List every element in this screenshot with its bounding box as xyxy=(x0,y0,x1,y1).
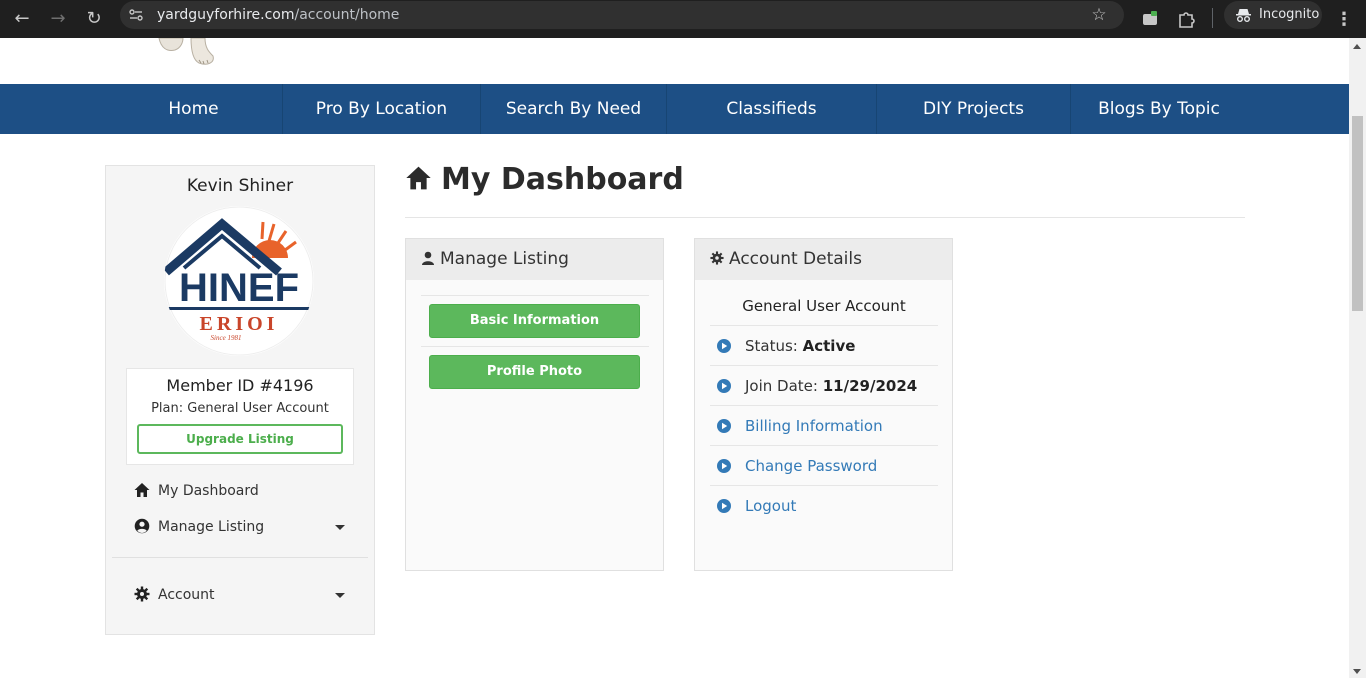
divider xyxy=(710,405,938,406)
avatar-since-text: Since 1981 xyxy=(211,334,242,342)
forward-arrow-icon[interactable]: → xyxy=(44,5,72,33)
circle-play-icon xyxy=(717,339,731,353)
circle-play-icon xyxy=(717,499,731,513)
user-circle-icon xyxy=(134,518,150,534)
change-password-link[interactable]: Change Password xyxy=(745,457,877,475)
main-navigation: Home Pro By Location Search By Need Clas… xyxy=(0,84,1349,134)
home-icon xyxy=(134,483,150,497)
account-type: General User Account xyxy=(742,297,906,315)
divider xyxy=(710,365,938,366)
logout-link[interactable]: Logout xyxy=(745,497,796,515)
gear-icon xyxy=(134,586,150,602)
title-divider xyxy=(405,217,1245,218)
gear-icon xyxy=(710,251,724,265)
back-arrow-icon[interactable]: ← xyxy=(8,5,36,33)
sidebar-divider xyxy=(112,557,368,558)
chevron-down-icon[interactable] xyxy=(335,593,345,598)
shiner-logo-image: HINEF ERIOI Since 1981 xyxy=(164,206,314,356)
sidebar-item-manage-listing[interactable]: Manage Listing xyxy=(134,515,264,539)
panel-header: Manage Listing xyxy=(406,239,663,280)
address-bar[interactable]: yardguyforhire.com/account/home ☆ xyxy=(120,1,1124,29)
member-plan: Plan: General User Account xyxy=(151,401,329,416)
scroll-down-arrow-icon[interactable] xyxy=(1353,669,1361,674)
sidebar-item-label: My Dashboard xyxy=(158,483,259,499)
avatar-sub-text: ERIOI xyxy=(200,313,279,335)
logout-row[interactable]: Logout xyxy=(717,494,796,518)
browser-menu-icon[interactable]: ⋮ xyxy=(1334,5,1354,33)
panel-header: Account Details xyxy=(695,239,952,280)
toolbar-divider xyxy=(1212,8,1213,28)
sidebar-item-my-dashboard[interactable]: My Dashboard xyxy=(134,479,259,503)
site-logo-fragment[interactable] xyxy=(155,38,220,66)
page-title: My Dashboard xyxy=(405,162,684,202)
user-name: Kevin Shiner xyxy=(186,176,294,196)
account-sidebar: Kevin Shiner HINEF ERIOI Since 1981 Memb… xyxy=(105,165,375,635)
page-scrollbar[interactable] xyxy=(1349,38,1366,678)
incognito-label: Incognito xyxy=(1259,7,1320,22)
scroll-up-arrow-icon[interactable] xyxy=(1353,44,1361,49)
billing-information-row[interactable]: Billing Information xyxy=(717,414,883,438)
divider xyxy=(421,346,649,347)
member-info-card: Member ID #4196 Plan: General User Accou… xyxy=(126,368,354,465)
url-text: yardguyforhire.com/account/home xyxy=(157,7,399,23)
status-row: Status: Active xyxy=(717,334,855,358)
incognito-icon xyxy=(1236,9,1251,22)
site-settings-icon[interactable] xyxy=(128,7,144,23)
panel-title: Manage Listing xyxy=(440,249,569,269)
panel-title: Account Details xyxy=(729,249,862,269)
avatar: HINEF ERIOI Since 1981 xyxy=(164,206,314,356)
user-icon xyxy=(422,251,434,265)
url-domain: yardguyforhire.com xyxy=(157,7,295,23)
incognito-badge[interactable]: Incognito xyxy=(1224,1,1322,29)
upgrade-listing-button[interactable]: Upgrade Listing xyxy=(137,424,343,454)
sidebar-item-account[interactable]: Account xyxy=(134,583,215,607)
extension-icon[interactable] xyxy=(1136,5,1164,33)
join-date-row: Join Date: 11/29/2024 xyxy=(717,374,917,398)
divider xyxy=(710,445,938,446)
nav-item-pro-by-location[interactable]: Pro By Location xyxy=(283,84,481,134)
join-date-label: Join Date: xyxy=(745,377,818,395)
nav-item-classifieds[interactable]: Classifieds xyxy=(667,84,877,134)
sidebar-item-label: Manage Listing xyxy=(158,519,265,535)
nav-item-diy-projects[interactable]: DIY Projects xyxy=(877,84,1071,134)
divider xyxy=(710,325,938,326)
change-password-row[interactable]: Change Password xyxy=(717,454,877,478)
join-date-value: 11/29/2024 xyxy=(822,377,918,395)
reload-icon[interactable]: ↻ xyxy=(80,5,108,33)
circle-play-icon xyxy=(717,419,731,433)
profile-photo-button[interactable]: Profile Photo xyxy=(429,355,640,389)
nav-item-blogs-by-topic[interactable]: Blogs By Topic xyxy=(1071,84,1247,134)
avatar-main-text: HINEF xyxy=(179,266,299,310)
home-icon xyxy=(406,166,431,190)
manage-listing-panel: Manage Listing Basic Information Profile… xyxy=(405,238,664,571)
nav-item-home[interactable]: Home xyxy=(105,84,283,134)
basic-information-button[interactable]: Basic Information xyxy=(429,304,640,338)
bookmark-star-icon[interactable]: ☆ xyxy=(1088,4,1110,26)
url-path: /account/home xyxy=(294,7,400,23)
divider xyxy=(421,295,649,296)
status-value: Active xyxy=(802,337,856,355)
divider xyxy=(710,485,938,486)
sidebar-item-label: Account xyxy=(158,587,215,603)
page-title-text: My Dashboard xyxy=(441,162,684,197)
nav-item-search-by-need[interactable]: Search By Need xyxy=(481,84,667,134)
member-id: Member ID #4196 xyxy=(166,376,314,395)
circle-play-icon xyxy=(717,459,731,473)
circle-play-icon xyxy=(717,379,731,393)
browser-toolbar: ← → ↻ yardguyforhire.com/account/home ☆ … xyxy=(0,0,1366,38)
status-label: Status: xyxy=(745,337,798,355)
billing-information-link[interactable]: Billing Information xyxy=(745,417,883,435)
chevron-down-icon[interactable] xyxy=(335,525,345,530)
extensions-puzzle-icon[interactable] xyxy=(1172,5,1200,33)
scroll-thumb[interactable] xyxy=(1352,116,1363,311)
account-details-panel: Account Details General User Account Sta… xyxy=(694,238,953,571)
